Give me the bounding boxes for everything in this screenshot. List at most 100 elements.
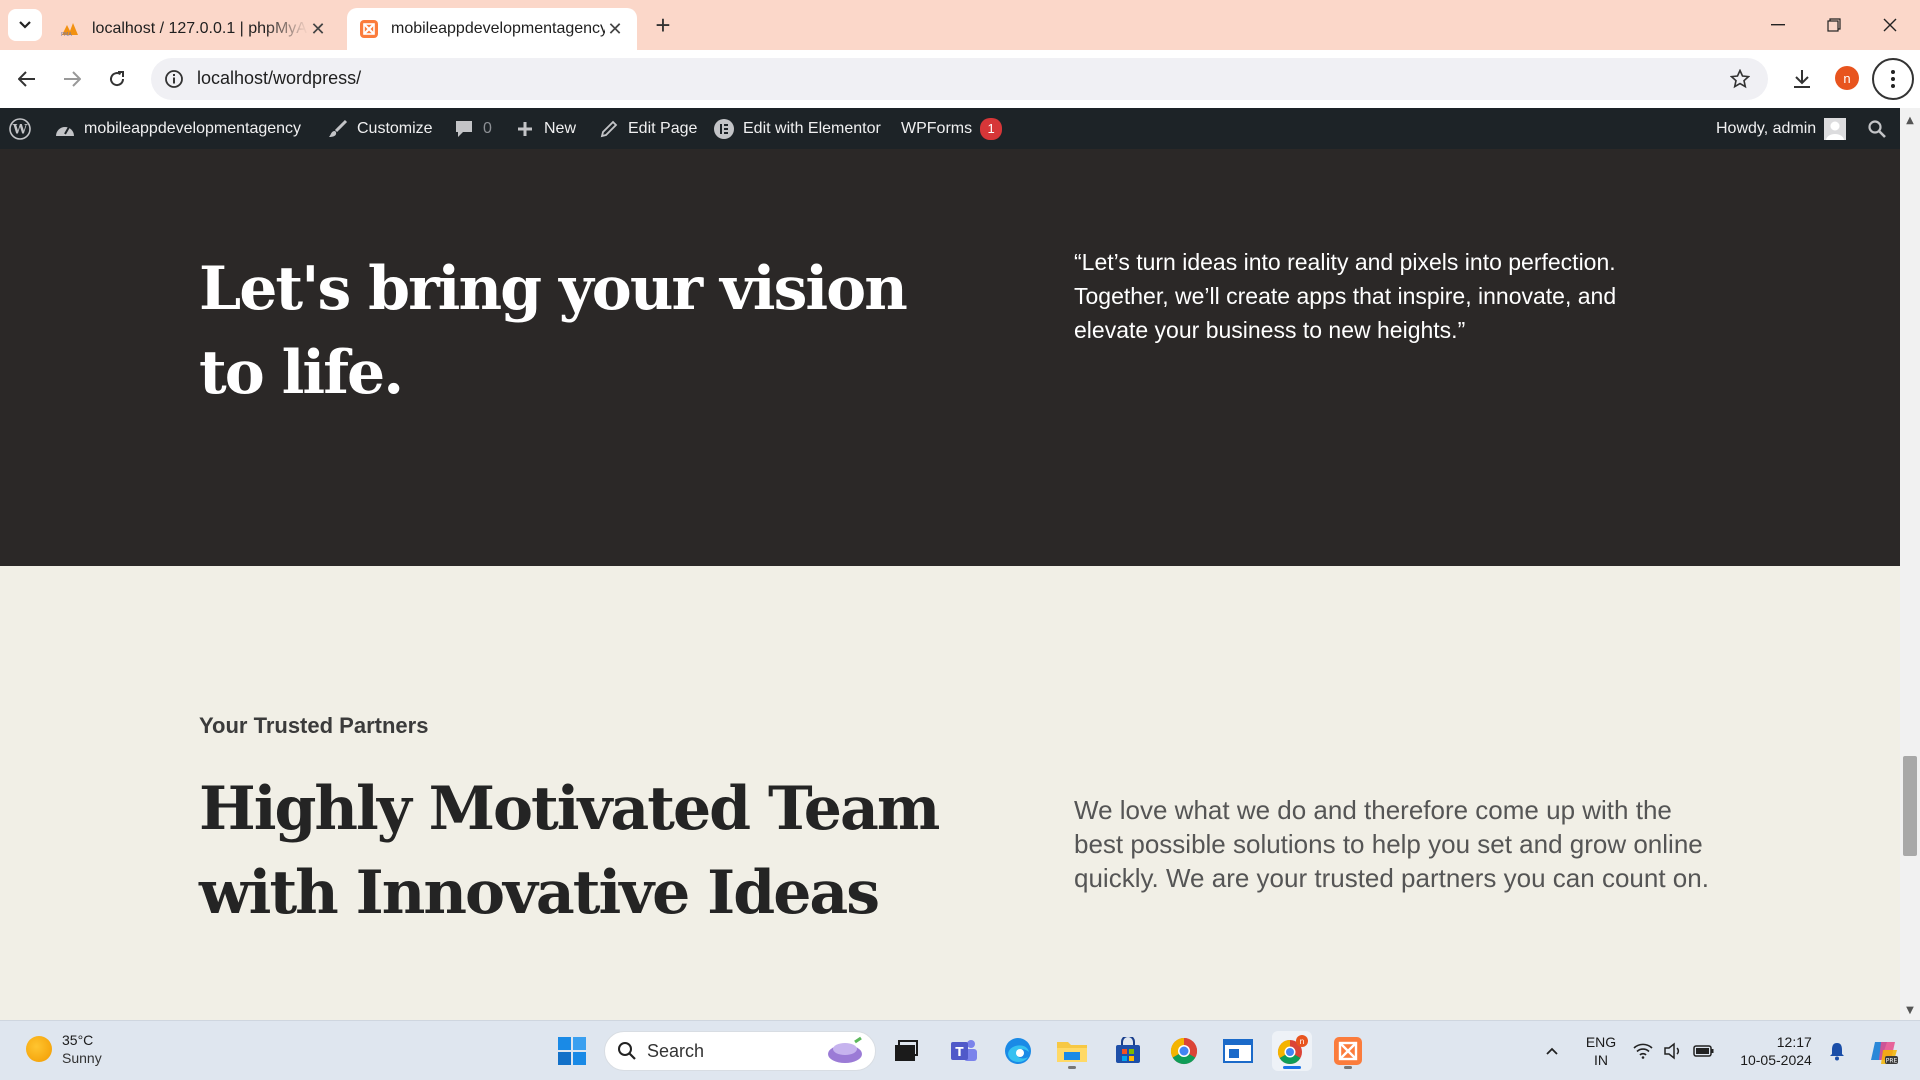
url-text[interactable]: localhost/wordpress/ (197, 68, 361, 89)
tab-search-button[interactable] (8, 9, 42, 41)
chevron-down-icon (19, 21, 31, 29)
bell-icon (1830, 1043, 1844, 1061)
forward-button[interactable] (55, 62, 89, 96)
clock-date: 10-05-2024 (1740, 1052, 1812, 1068)
copilot-button[interactable]: PRE (1862, 1021, 1906, 1080)
restore-button[interactable] (1806, 0, 1862, 50)
file-explorer-app[interactable] (1052, 1031, 1092, 1071)
site-name-label: mobileappdevelopmentagency (84, 119, 302, 137)
taskbar-search-box[interactable]: Search (604, 1031, 876, 1071)
edge-app[interactable] (998, 1031, 1038, 1071)
weather-widget[interactable]: 35°C Sunny (26, 1031, 102, 1067)
howdy-label: Howdy, admin (1716, 119, 1817, 137)
arrow-right-icon (64, 71, 81, 87)
elementor-label: Edit with Elementor (743, 119, 881, 137)
site-info-icon[interactable] (163, 68, 185, 90)
notification-badge: 1 (980, 117, 1003, 140)
new-content-menu[interactable]: New (514, 108, 576, 149)
tab-title: mobileappdevelopmentagency (391, 20, 605, 37)
comment-bubble-icon (453, 118, 475, 140)
notifications-button[interactable] (1822, 1021, 1852, 1080)
weather-description: Sunny (62, 1050, 102, 1066)
input-language-button[interactable]: ENG IN (1576, 1021, 1626, 1080)
reload-button[interactable] (100, 62, 134, 96)
browser-tab-bar: PMA localhost / 127.0.0.1 | phpMyAdmin ✕… (0, 0, 1920, 50)
comments-count: 0 (483, 119, 492, 137)
new-tab-button[interactable]: + (650, 10, 676, 40)
chevron-up-icon (1546, 1047, 1558, 1055)
start-button[interactable] (552, 1031, 592, 1071)
scroll-up-arrow-icon[interactable]: ▲ (1904, 114, 1916, 126)
close-tab-icon[interactable]: ✕ (308, 19, 328, 39)
active-indicator (1283, 1066, 1301, 1069)
scrollbar-thumb[interactable] (1903, 756, 1917, 856)
clock-time: 12:17 (1776, 1034, 1812, 1050)
search-icon (1866, 118, 1888, 140)
phpmyadmin-icon: PMA (60, 19, 80, 39)
customize-label: Customize (357, 119, 433, 137)
wpforms-menu[interactable]: WPForms 1 (901, 108, 1003, 149)
battery-icon (1693, 1045, 1714, 1057)
copilot-icon: PRE (1871, 1042, 1898, 1065)
chrome-active-app[interactable]: n (1272, 1031, 1312, 1071)
more-vert-icon (1891, 70, 1895, 88)
edge-icon (1005, 1038, 1031, 1064)
downloads-button[interactable] (1785, 62, 1819, 96)
weather-temperature: 35°C (62, 1032, 94, 1048)
admin-search-button[interactable] (1866, 108, 1888, 149)
browser-menu-button[interactable] (1872, 58, 1914, 100)
running-indicator (1344, 1066, 1352, 1069)
window-app[interactable] (1218, 1031, 1258, 1071)
clock-button[interactable]: 12:17 10-05-2024 (1732, 1021, 1820, 1080)
brush-icon (327, 118, 349, 140)
bookmark-star-icon[interactable] (1728, 67, 1752, 91)
wp-admin-bar: W mobileappdevelopmentagency Customize 0… (0, 108, 1900, 149)
edit-page-link[interactable]: Edit Page (598, 108, 697, 149)
scroll-down-arrow-icon[interactable]: ▼ (1904, 1004, 1916, 1016)
tab-phpmyadmin[interactable]: PMA localhost / 127.0.0.1 | phpMyAdmin ✕ (48, 8, 340, 50)
edit-with-elementor-link[interactable]: Edit with Elementor (713, 108, 881, 149)
running-indicator (1068, 1066, 1076, 1069)
windows-taskbar: 35°C Sunny Search T n ENG IN 12:17 10-05… (0, 1020, 1920, 1080)
chrome-app[interactable] (1164, 1031, 1204, 1071)
minimize-button[interactable] (1750, 0, 1806, 50)
comments-link[interactable]: 0 (453, 108, 492, 149)
wpforms-label: WPForms (901, 119, 973, 137)
address-bar[interactable]: localhost/wordpress/ (151, 58, 1768, 100)
task-view-button[interactable] (886, 1031, 926, 1071)
hero-quote: “Let’s turn ideas into reality and pixel… (1074, 249, 1617, 343)
section-eyebrow: Your Trusted Partners (199, 713, 429, 738)
wifi-icon (1633, 1043, 1653, 1059)
xampp-app[interactable] (1328, 1031, 1368, 1071)
reload-icon (110, 71, 125, 87)
edit-page-label: Edit Page (628, 119, 698, 137)
svg-text:W: W (12, 122, 28, 137)
download-icon (1794, 70, 1810, 88)
microsoft-store-app[interactable] (1108, 1031, 1148, 1071)
xampp-icon (1334, 1037, 1362, 1065)
wp-logo-menu[interactable]: W (9, 108, 31, 149)
tab-mobileappdevelopmentagency[interactable]: mobileappdevelopmentagency ✕ (347, 8, 637, 50)
close-tab-icon[interactable]: ✕ (605, 19, 625, 39)
svg-text:PMA: PMA (61, 32, 72, 37)
user-avatar-icon (1824, 117, 1847, 140)
page-scrollbar[interactable]: ▲ ▼ (1900, 108, 1920, 1020)
back-button[interactable] (10, 62, 44, 96)
sun-icon (26, 1036, 52, 1062)
show-hidden-icons-button[interactable] (1534, 1021, 1570, 1080)
quick-settings-button[interactable] (1632, 1021, 1716, 1080)
window-app-icon (1223, 1039, 1253, 1063)
profile-avatar[interactable]: n (1835, 66, 1859, 90)
region-code: IN (1594, 1052, 1608, 1068)
teams-app[interactable]: T (944, 1031, 984, 1071)
new-label: New (544, 119, 577, 137)
chrome-profile-icon: n (1277, 1035, 1308, 1065)
close-window-button[interactable] (1862, 0, 1918, 50)
chrome-icon (1170, 1037, 1198, 1065)
customize-link[interactable]: Customize (327, 108, 433, 149)
my-account-menu[interactable]: Howdy, admin (1716, 108, 1847, 149)
page-viewport: Let's bring your vision to life. “Let’s … (0, 149, 1900, 1020)
task-view-icon (895, 1040, 918, 1061)
site-name-menu[interactable]: mobileappdevelopmentagency (54, 108, 301, 149)
site-favicon-icon (359, 19, 379, 39)
